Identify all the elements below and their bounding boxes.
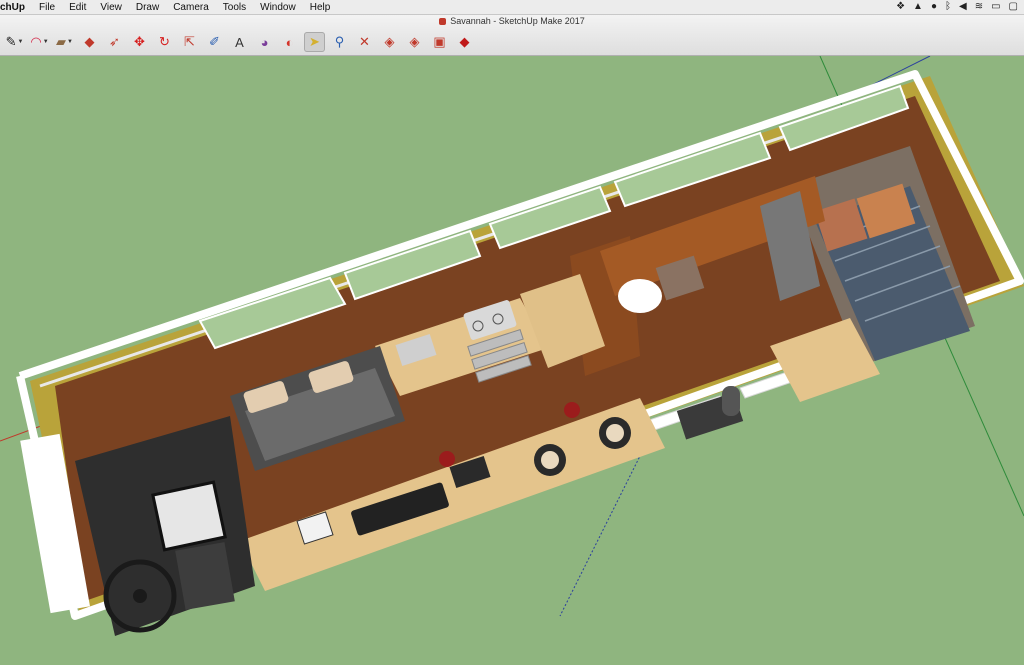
menu-file[interactable]: File	[39, 2, 55, 13]
menu-bar: chUp File Edit View Draw Camera Tools Wi…	[0, 0, 1024, 15]
status-tray: ❖ ▲ ● ᛒ ◀ ≋ ▭ ▢	[896, 0, 1018, 14]
driver-monitor	[151, 480, 227, 552]
battery-icon[interactable]: ▭	[991, 0, 1000, 14]
select-tool-icon: ➤	[309, 34, 320, 49]
chevron-down-icon[interactable]: ▼	[67, 39, 73, 45]
menu-edit[interactable]: Edit	[69, 2, 86, 13]
warehouse-icon: ◈	[384, 34, 395, 49]
volume-icon[interactable]: ◀	[959, 0, 967, 14]
model-canvas[interactable]	[0, 55, 1024, 660]
section-plane-icon: ◐	[285, 34, 294, 50]
push-pull-icon: ◆	[84, 34, 95, 49]
text-tool-button[interactable]: A	[229, 32, 250, 52]
model-viewport[interactable]	[0, 55, 1024, 660]
move-tool-button[interactable]: ✥	[129, 32, 150, 52]
display-icon[interactable]: ▢	[1009, 0, 1018, 14]
drive-icon[interactable]: ▲	[913, 0, 923, 14]
driver-seat	[175, 542, 235, 610]
share-model-icon: ◈	[409, 34, 420, 49]
paint-bucket-icon: ◕	[260, 34, 269, 50]
rotate-tool-icon: ↻	[159, 34, 170, 49]
menu-camera[interactable]: Camera	[173, 2, 209, 13]
stove-pipe	[722, 386, 740, 416]
follow-me-icon: ➶	[109, 34, 120, 49]
scale-tool-icon: ⇱	[184, 34, 195, 49]
dropbox-icon[interactable]: ❖	[896, 0, 905, 14]
plate-1-food	[541, 451, 559, 469]
zoom-extents-button[interactable]: ✕	[354, 32, 375, 52]
toolbar: Savannah - SketchUp Make 2017 ✎ ▼ ◠ ▼ ▰ ▼ ◆ ➶ ✥ ↻…	[0, 15, 1024, 56]
pencil-tool-button[interactable]: ✎ ▼	[4, 32, 25, 52]
chevron-down-icon[interactable]: ▼	[17, 39, 23, 45]
stool-1	[439, 451, 455, 467]
menu-help[interactable]: Help	[310, 2, 331, 13]
tape-measure-icon: ✐	[209, 34, 220, 49]
bluetooth-icon[interactable]: ᛒ	[945, 0, 951, 14]
zoom-tool-icon: ⚲	[334, 34, 345, 49]
menu-window[interactable]: Window	[260, 2, 296, 13]
menu-tools[interactable]: Tools	[223, 2, 246, 13]
tool-strip: ✎ ▼ ◠ ▼ ▰ ▼ ◆ ➶ ✥ ↻ ⇱ ✐ A ◕ ◐ ➤ ⚲ ✕ ◈ ◈ ▣ ◆	[4, 32, 475, 52]
app-menu[interactable]: chUp	[0, 2, 25, 13]
menu-draw[interactable]: Draw	[136, 2, 159, 13]
toilet	[618, 279, 662, 313]
push-pull-button[interactable]: ◆	[79, 32, 100, 52]
menu-view[interactable]: View	[100, 2, 122, 13]
window-title: Savannah - SketchUp Make 2017	[0, 16, 1024, 26]
arc-tool-button[interactable]: ◠ ▼	[29, 32, 50, 52]
arc-tool-icon: ◠	[30, 34, 42, 49]
zoom-extents-icon: ✕	[359, 34, 370, 49]
rectangle-tool-icon: ▰	[56, 34, 67, 49]
follow-me-button[interactable]: ➶	[104, 32, 125, 52]
plate-2-food	[606, 424, 624, 442]
move-tool-icon: ✥	[134, 34, 145, 49]
section-plane-button[interactable]: ◐	[279, 32, 300, 52]
share-model-button[interactable]: ◈	[404, 32, 425, 52]
document-icon	[439, 18, 447, 26]
ruby-icon: ◆	[459, 34, 470, 49]
pencil-tool-icon: ✎	[5, 34, 17, 49]
tape-measure-button[interactable]: ✐	[204, 32, 225, 52]
warehouse-button[interactable]: ◈	[379, 32, 400, 52]
zoom-tool-button[interactable]: ⚲	[329, 32, 350, 52]
scale-tool-button[interactable]: ⇱	[179, 32, 200, 52]
extension-warehouse-button[interactable]: ▣	[429, 32, 450, 52]
creative-cloud-icon[interactable]: ●	[931, 0, 937, 14]
stool-2	[564, 402, 580, 418]
chevron-down-icon[interactable]: ▼	[43, 39, 49, 45]
rotate-tool-button[interactable]: ↻	[154, 32, 175, 52]
extension-warehouse-icon: ▣	[433, 34, 446, 49]
wifi-icon[interactable]: ≋	[975, 0, 983, 14]
ruby-button[interactable]: ◆	[454, 32, 475, 52]
select-tool-button[interactable]: ➤	[304, 32, 325, 52]
paint-bucket-button[interactable]: ◕	[254, 32, 275, 52]
rectangle-tool-button[interactable]: ▰ ▼	[54, 32, 75, 52]
text-tool-icon: A	[235, 34, 244, 50]
steering-hub	[133, 589, 147, 603]
